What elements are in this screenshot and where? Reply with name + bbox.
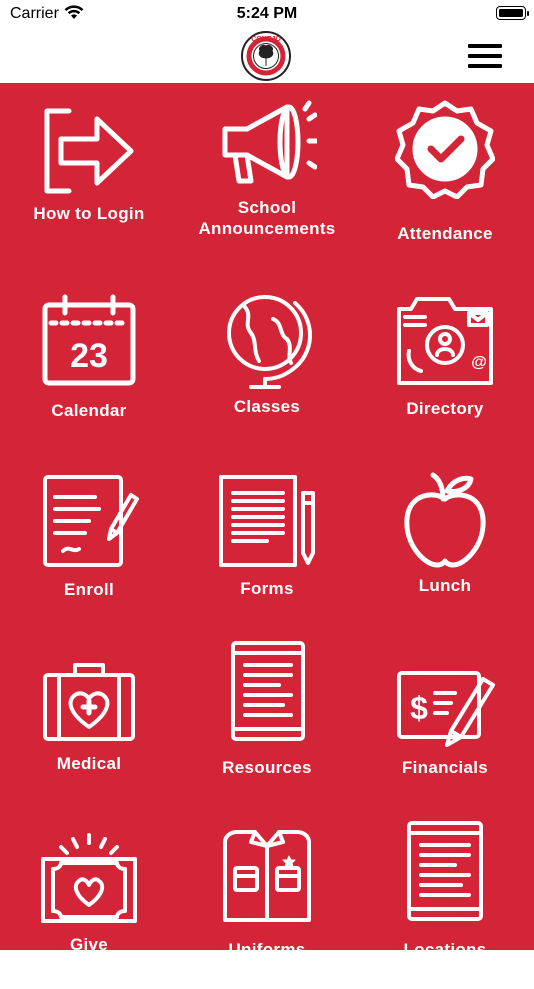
school-logo: CONEJO: [241, 31, 291, 81]
tile-label: How to Login: [33, 204, 145, 223]
menu-icon-bar: [468, 44, 502, 48]
tile-label: Enroll: [64, 580, 114, 599]
tile-label: Medical: [56, 754, 122, 773]
medical-kit-icon: [43, 663, 135, 741]
shirt-icon: [223, 830, 311, 922]
tablet-icon: [231, 641, 305, 741]
tile-classes[interactable]: Classes: [178, 273, 356, 449]
check-badge-icon: [395, 100, 495, 199]
tile-label: Resources: [222, 758, 312, 777]
tile-label: Attendance: [397, 224, 493, 243]
menu-grid: How to Login School Announcements Attend…: [0, 83, 534, 959]
heart-banknote-icon: [41, 833, 137, 923]
contact-card-icon: @: [397, 297, 493, 385]
tile-label: Financials: [401, 758, 489, 777]
calendar-day: 23: [70, 337, 108, 375]
forms-pencil-icon: [219, 475, 315, 567]
globe-icon: [227, 295, 313, 389]
menu-button[interactable]: [462, 38, 508, 74]
tablet-list-icon: [407, 821, 483, 921]
tile-label: Calendar: [51, 401, 127, 420]
menu-icon-bar: [468, 64, 502, 68]
apple-icon: [404, 472, 486, 568]
check-pen-icon: $: [397, 671, 495, 747]
tile-forms[interactable]: Forms: [178, 453, 356, 629]
tile-enroll[interactable]: Enroll: [0, 453, 178, 629]
login-arrow-icon: [44, 108, 134, 194]
tile-label: Lunch: [418, 576, 472, 595]
menu-icon-bar: [468, 54, 502, 58]
tile-locations[interactable]: Locations: [356, 813, 534, 989]
svg-text:@: @: [471, 354, 487, 371]
tile-financials[interactable]: $ Financials: [356, 633, 534, 809]
document-pen-icon: [43, 475, 139, 567]
tile-label: Directory: [406, 399, 484, 418]
tile-give[interactable]: Give: [0, 813, 178, 989]
tile-label: Give: [69, 935, 109, 954]
tile-how-to-login[interactable]: How to Login: [0, 83, 178, 259]
megaphone-icon: [222, 100, 317, 184]
tile-medical[interactable]: Medical: [0, 633, 178, 809]
status-bar: Carrier 5:24 PM: [0, 0, 534, 28]
logo-text: CONEJO: [251, 36, 281, 43]
tile-directory[interactable]: @ Directory: [356, 273, 534, 449]
calendar-icon: 23: [42, 294, 136, 386]
tile-uniforms[interactable]: Uniforms: [178, 813, 356, 989]
tile-label: Forms: [240, 579, 294, 598]
tile-resources[interactable]: Resources: [178, 633, 356, 809]
svg-text:$: $: [410, 690, 428, 726]
tile-calendar[interactable]: 23 Calendar: [0, 273, 178, 449]
tile-lunch[interactable]: Lunch: [356, 453, 534, 629]
tile-label: Classes: [233, 397, 301, 416]
tile-attendance[interactable]: Attendance: [356, 83, 534, 259]
tile-school-announcements[interactable]: School Announcements: [178, 83, 356, 259]
tile-label: School Announcements: [198, 198, 336, 238]
battery-icon: [496, 6, 529, 20]
navigation-bar: CONEJO: [0, 28, 534, 84]
clock: 5:24 PM: [236, 5, 298, 22]
